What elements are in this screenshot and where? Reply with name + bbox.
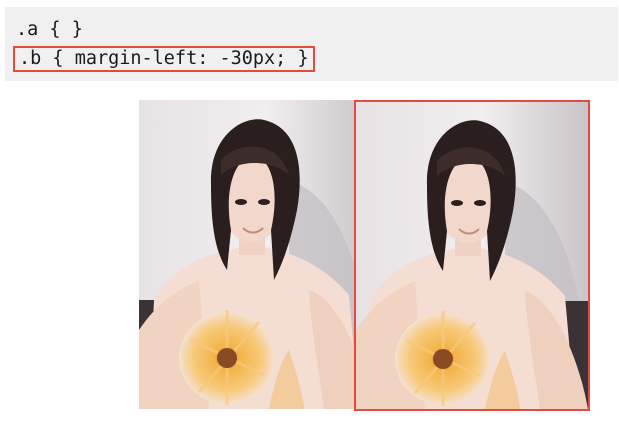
photo-right-shifted (354, 100, 590, 411)
code-line-b-highlighted: .b { margin-left: -30px; } (13, 46, 315, 72)
page: .a { } .b { margin-left: -30px; } (0, 0, 619, 423)
selfie-photo-icon (139, 100, 372, 409)
selfie-photo-icon (356, 102, 588, 409)
code-line-a: .a { } (16, 19, 83, 40)
photo-left (139, 100, 372, 409)
code-panel: .a { } .b { margin-left: -30px; } (5, 7, 618, 81)
